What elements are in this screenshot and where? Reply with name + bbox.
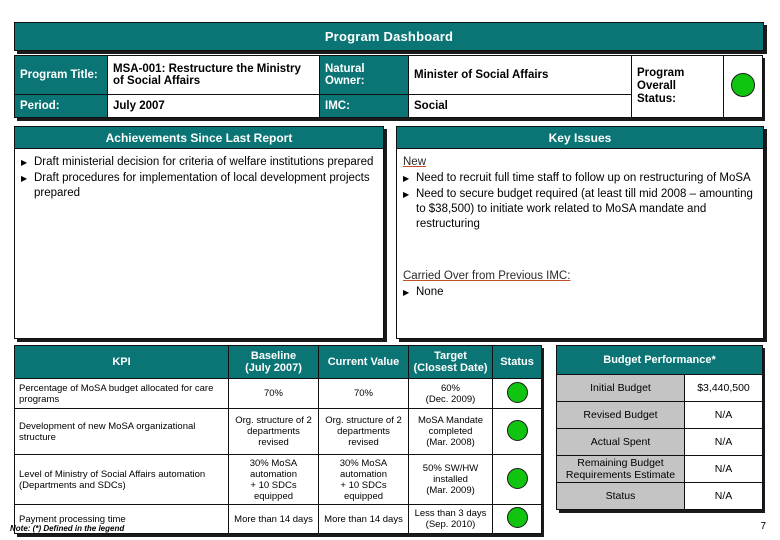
kpi-target-cell: Less than 3 days (Sep. 2010) <box>408 504 493 534</box>
budget-label-cell: Status <box>556 482 685 510</box>
status-light-green-icon <box>506 467 528 489</box>
key-issues-body: New Need to recruit full time staff to f… <box>397 149 763 305</box>
table-row: Program Title: MSA-001: Restructure the … <box>14 54 763 118</box>
budget-label-cell: Revised Budget <box>556 401 685 429</box>
kpi-current-cell: Org. structure of 2 departments revised <box>318 408 409 455</box>
kpi-name-cell: Development of new MoSA organizational s… <box>14 408 229 455</box>
program-title-label: Program Title: <box>14 54 108 96</box>
list-item: Need to secure budget required (at least… <box>403 187 755 232</box>
budget-value-cell: $3,440,500 <box>683 374 764 402</box>
imc-value: Social <box>408 94 632 118</box>
budget-label-cell: Initial Budget <box>556 374 685 402</box>
kpi-table-body: Percentage of MoSA budget allocated for … <box>14 378 542 534</box>
budget-label-cell: Actual Spent <box>556 428 685 456</box>
period-value: July 2007 <box>107 94 320 118</box>
kpi-baseline-cell: 30% MoSA automation + 10 SDCs equipped <box>228 454 319 505</box>
kpi-target-cell: 60% (Dec. 2009) <box>408 378 493 409</box>
kpi-target-cell: 50% SW/HW installed (Mar. 2009) <box>408 454 493 505</box>
program-title-value: MSA-001: Restructure the Ministry of Soc… <box>107 54 320 96</box>
table-row: Remaining Budget Requirements Estimate N/… <box>556 455 764 483</box>
natural-owner-value: Minister of Social Affairs <box>408 54 632 96</box>
status-light-green-icon <box>731 73 755 97</box>
status-light-green-icon <box>506 419 528 441</box>
key-issues-new-list: Need to recruit full time staff to follo… <box>403 171 755 232</box>
overall-status-label: Program Overall Status: <box>631 55 724 118</box>
page-title: Program Dashboard <box>324 29 454 44</box>
page-number: 7 <box>760 521 766 532</box>
kpi-baseline-cell: Org. structure of 2 departments revised <box>228 408 319 455</box>
kpi-baseline-cell: More than 14 days <box>228 504 319 534</box>
key-issues-panel: Key Issues New Need to recruit full time… <box>396 126 764 339</box>
table-row: Status N/A <box>556 482 764 510</box>
kpi-baseline-cell: 70% <box>228 378 319 409</box>
kpi-column-header: Baseline (July 2007) <box>228 345 319 379</box>
kpi-column-header: Status <box>492 345 542 379</box>
table-row: Initial Budget $3,440,500 <box>556 374 764 402</box>
budget-value-cell: N/A <box>683 401 764 429</box>
kpi-target-cell: MoSA Mandate completed (Mar. 2008) <box>408 408 493 455</box>
key-issues-carried-label: Carried Over from Previous IMC: <box>403 270 571 282</box>
kpi-current-cell: 30% MoSA automation + 10 SDCs equipped <box>318 454 409 505</box>
budget-table-body: Initial Budget $3,440,500 Revised Budget N/… <box>556 374 764 510</box>
kpi-column-header: Current Value <box>318 345 409 379</box>
kpi-status-cell <box>492 504 542 534</box>
table-row: Percentage of MoSA budget allocated for … <box>14 378 542 409</box>
kpi-table: KPI Baseline (July 2007) Current Value Targe… <box>14 345 542 534</box>
status-light-green-icon <box>506 381 528 403</box>
kpi-column-header: Target (Closest Date) <box>408 345 493 379</box>
kpi-status-cell <box>492 378 542 409</box>
kpi-column-header: KPI <box>14 345 229 379</box>
kpi-current-cell: More than 14 days <box>318 504 409 534</box>
budget-header: Budget Performance* <box>555 345 764 375</box>
table-row: Level of Ministry of Social Affairs auto… <box>14 454 542 505</box>
footer-note: Note: (*) Defined in the legend <box>10 524 125 533</box>
imc-label: IMC: <box>319 94 409 118</box>
table-row: Budget Performance* <box>555 345 764 375</box>
budget-value-cell: N/A <box>683 455 764 483</box>
dashboard-slide: Program Dashboard Program Title: MSA-001… <box>0 0 780 540</box>
list-item: None <box>403 285 755 301</box>
budget-performance-table: Budget Performance* Initial Budget $3,440… <box>555 345 764 510</box>
list-item: Need to recruit full time staff to follo… <box>403 171 755 187</box>
budget-label-cell: Remaining Budget Requirements Estimate <box>556 455 685 483</box>
key-issues-spacer <box>403 233 755 269</box>
kpi-status-cell <box>492 408 542 455</box>
status-light-green-icon <box>506 507 528 528</box>
budget-value-cell: N/A <box>683 482 764 510</box>
achievements-list: Draft ministerial decision for criteria … <box>21 155 375 201</box>
overall-status-indicator <box>723 55 763 118</box>
key-issues-new-label: New <box>403 156 427 168</box>
kpi-name-cell: Level of Ministry of Social Affairs auto… <box>14 454 229 505</box>
kpi-table-header-row: KPI Baseline (July 2007) Current Value Targe… <box>14 345 542 379</box>
table-row: Revised Budget N/A <box>556 401 764 429</box>
kpi-name-cell: Percentage of MoSA budget allocated for … <box>14 378 229 409</box>
list-item: Draft ministerial decision for criteria … <box>21 155 375 171</box>
key-issues-header: Key Issues <box>397 127 763 149</box>
kpi-current-cell: 70% <box>318 378 409 409</box>
period-label: Period: <box>14 94 108 118</box>
list-item: Draft procedures for implementation of l… <box>21 171 375 201</box>
key-issues-carried-list: None <box>403 285 755 301</box>
kpi-status-cell <box>492 454 542 505</box>
achievements-header: Achievements Since Last Report <box>15 127 383 149</box>
table-row: Development of new MoSA organizational s… <box>14 408 542 455</box>
program-info-table: Program Title: MSA-001: Restructure the … <box>14 54 763 118</box>
natural-owner-label: Natural Owner: <box>319 54 409 96</box>
dashboard-title-bar: Program Dashboard <box>14 22 764 51</box>
achievements-panel: Achievements Since Last Report Draft min… <box>14 126 384 339</box>
achievements-body: Draft ministerial decision for criteria … <box>15 149 383 206</box>
table-row: Actual Spent N/A <box>556 428 764 456</box>
budget-value-cell: N/A <box>683 428 764 456</box>
